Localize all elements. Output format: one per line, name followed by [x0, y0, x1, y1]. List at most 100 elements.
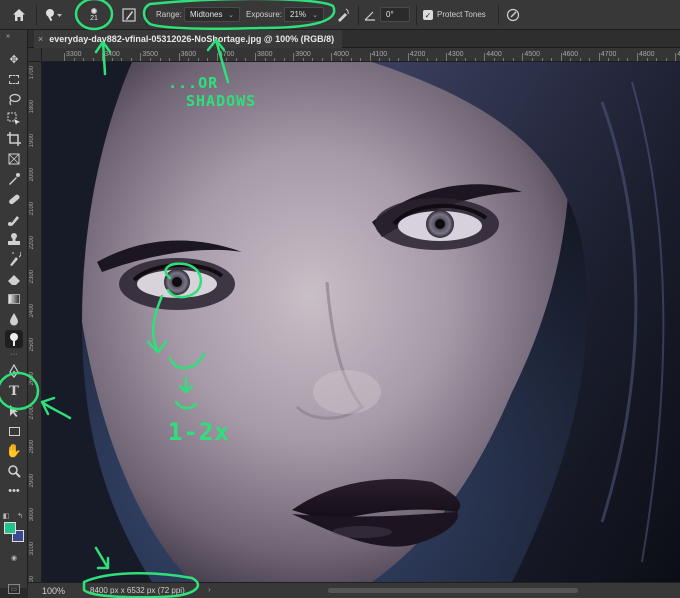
- ruler-h-tick: [178, 53, 180, 61]
- close-icon[interactable]: ×: [38, 34, 43, 44]
- brush-size: 21: [90, 15, 98, 22]
- clone-stamp-tool-icon[interactable]: [5, 230, 23, 248]
- ruler-h-tick: [675, 53, 677, 61]
- tools-panel: » ✥ ··· T ✋ ••• ◧ ↰ ◉: [0, 30, 28, 588]
- quick-mask-icon[interactable]: ◉: [8, 554, 20, 562]
- ruler-h-tick: [64, 53, 65, 61]
- brush-preset-picker[interactable]: 21: [80, 2, 108, 28]
- home-icon: [13, 9, 25, 21]
- status-menu-chevron[interactable]: ›: [208, 585, 211, 594]
- ruler-h-tick: [436, 58, 438, 61]
- ruler-v-label: 1900: [29, 134, 35, 148]
- pen-tool-icon[interactable]: [5, 362, 23, 380]
- swap-colors-icon[interactable]: ↰: [16, 512, 24, 520]
- hand-tool-icon[interactable]: ✋: [5, 442, 23, 460]
- airbrush-button[interactable]: [336, 7, 352, 23]
- default-colors-icon[interactable]: ◧: [2, 512, 10, 520]
- tool-preset-picker[interactable]: [44, 7, 72, 23]
- ruler-h-tick: [121, 58, 123, 61]
- zoom-level[interactable]: 100%: [42, 586, 65, 596]
- ruler-h-tick: [302, 58, 304, 61]
- options-bar: 21 Range: Midtones ⌄ Exposure: 21% ⌄ 0° …: [0, 0, 680, 30]
- lasso-tool-icon[interactable]: [5, 90, 23, 108]
- annotation-repeat-text: 1-2x: [168, 418, 230, 446]
- ruler-h-tick: [283, 58, 285, 61]
- eyedropper-tool-icon[interactable]: [5, 170, 23, 188]
- history-brush-tool-icon[interactable]: [5, 250, 23, 268]
- type-tool-icon[interactable]: T: [5, 382, 23, 400]
- protect-tones-checkbox[interactable]: ✓: [423, 10, 433, 20]
- ruler-h-label: 3400: [104, 51, 120, 58]
- ruler-h-tick: [426, 58, 428, 61]
- brush-tip-icon: [91, 8, 97, 14]
- horizontal-ruler[interactable]: 3300 3400 3500 3600 3700 3800 3900 4000 4100 4200…: [42, 48, 680, 62]
- ruler-h-label: 3600: [180, 51, 197, 58]
- object-select-tool-icon[interactable]: [5, 110, 23, 128]
- ruler-h-tick: [407, 53, 409, 61]
- ruler-h-tick: [331, 53, 333, 61]
- document-tab[interactable]: × everyday-day882-vfinal-05312026-NoShor…: [34, 30, 343, 48]
- ruler-v-label: 2200: [29, 236, 35, 250]
- brush-tool-icon[interactable]: [5, 210, 23, 228]
- more-tools-icon[interactable]: •••: [5, 482, 23, 500]
- ruler-h-tick: [589, 58, 591, 61]
- ruler-h-tick: [149, 58, 151, 61]
- dodge-tool-icon[interactable]: [5, 330, 23, 348]
- crop-tool-icon[interactable]: [5, 130, 23, 148]
- ruler-h-tick: [340, 58, 342, 61]
- ruler-h-tick: [360, 58, 362, 61]
- horizontal-scrollbar[interactable]: [328, 588, 578, 593]
- ruler-v-label: 1700: [29, 66, 35, 80]
- ruler-h-tick: [579, 58, 581, 61]
- ruler-h-tick: [312, 58, 314, 61]
- ruler-h-tick: [321, 58, 323, 61]
- zoom-tool-icon[interactable]: [5, 462, 23, 480]
- document-tab-bar: × everyday-day882-vfinal-05312026-NoShor…: [28, 30, 680, 48]
- collapse-panel-icon[interactable]: »: [4, 32, 12, 40]
- exposure-label: Exposure:: [246, 10, 283, 19]
- ruler-h-label: 3300: [66, 51, 82, 58]
- ruler-h-tick: [598, 53, 600, 61]
- divider: [146, 5, 147, 25]
- ruler-origin[interactable]: [28, 48, 42, 62]
- marquee-tool-icon[interactable]: [5, 70, 23, 88]
- ruler-v-label: 2300: [29, 270, 35, 284]
- move-tool-icon[interactable]: ✥: [5, 50, 23, 68]
- ruler-h-tick: [369, 53, 371, 61]
- vertical-ruler[interactable]: 1700 1800 1900 2000 2100 2200 2300 2400 2500 2600…: [28, 62, 42, 582]
- gradient-tool-icon[interactable]: [5, 290, 23, 308]
- chevron-down-icon: ⌄: [228, 11, 234, 19]
- home-button[interactable]: [10, 6, 28, 24]
- frame-tool-icon[interactable]: [5, 150, 23, 168]
- divider: [416, 5, 417, 25]
- ruler-h-tick: [188, 58, 190, 61]
- rectangle-tool-icon[interactable]: [5, 422, 23, 440]
- ruler-h-label: 4500: [524, 51, 540, 58]
- annotation-shadows-text: SHADOWS: [186, 92, 257, 110]
- protect-tones-label: Protect Tones: [437, 10, 486, 19]
- document-canvas[interactable]: [42, 62, 680, 582]
- ruler-h-tick: [531, 58, 533, 61]
- ruler-h-tick: [274, 58, 276, 61]
- ruler-h-tick: [159, 58, 161, 61]
- ruler-h-tick: [522, 53, 524, 61]
- blur-tool-icon[interactable]: [5, 310, 23, 328]
- range-select[interactable]: Midtones ⌄: [184, 7, 240, 22]
- ruler-h-tick: [255, 53, 256, 61]
- pressure-size-icon: [506, 8, 520, 22]
- brush-angle-input[interactable]: 0°: [380, 7, 410, 22]
- pressure-size-button[interactable]: [506, 7, 522, 23]
- spot-healing-tool-icon[interactable]: [5, 190, 23, 208]
- chevron-down-icon: ⌄: [312, 11, 318, 19]
- eraser-tool-icon[interactable]: [5, 270, 23, 288]
- path-select-tool-icon[interactable]: [5, 402, 23, 420]
- screen-mode-icon[interactable]: ▭: [8, 584, 20, 594]
- foreground-color-swatch[interactable]: [4, 522, 16, 534]
- ruler-v-label: 3100: [29, 542, 35, 556]
- airbrush-icon: [338, 8, 349, 22]
- ruler-h-tick: [474, 58, 476, 61]
- ruler-v-label: 3000: [29, 508, 35, 522]
- ruler-h-tick: [226, 58, 228, 61]
- brush-settings-button[interactable]: [122, 7, 138, 23]
- exposure-input[interactable]: 21% ⌄: [284, 7, 324, 22]
